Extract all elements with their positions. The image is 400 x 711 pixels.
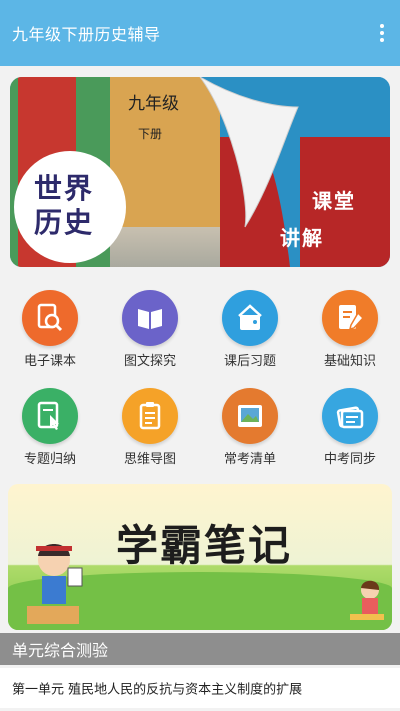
section-header: 单元综合测验 (0, 633, 400, 665)
book-title-line2: 历史 (34, 206, 95, 239)
menu-item-basic-knowledge[interactable]: 基础知识 (300, 288, 400, 388)
menu-item-label: 思维导图 (123, 452, 176, 467)
menu-item-label: 基础知识 (323, 354, 376, 369)
menu-item-label: 常考清单 (223, 452, 276, 467)
menu-item-label: 专题归纳 (23, 452, 76, 467)
book-title-badge: 世界 历史 (14, 151, 126, 263)
book-title-line1: 世界 (34, 172, 95, 205)
list-item[interactable]: 第一单元 殖民地人民的反抗与资本主义制度的扩展 (0, 668, 400, 708)
history-lesson-banner[interactable]: 九年级 下册 世界 历史 课堂 讲解 (10, 77, 390, 267)
menu-item-label: 中考同步 (323, 452, 376, 467)
section-title: 单元综合测验 (12, 641, 109, 660)
study-notes-banner[interactable]: 学霸笔记 (8, 484, 392, 630)
menu-item-homework[interactable]: 课后习题 (200, 288, 300, 388)
lesson-title-line1: 课堂 (312, 189, 356, 213)
clipboard-icon (122, 388, 178, 444)
volume-label: 下册 (138, 127, 163, 141)
grade-label: 九年级 (128, 94, 179, 114)
picture-icon (222, 388, 278, 444)
app-title: 九年级下册历史辅导 (12, 25, 161, 44)
menu-item-label: 课后习题 (223, 354, 276, 369)
app-bar: 九年级下册历史辅导 (0, 0, 400, 66)
magnify-document-icon (22, 290, 78, 346)
girl-illustration-icon (350, 580, 384, 620)
menu-item-label: 图文探究 (123, 354, 176, 369)
lesson-title-line2: 讲解 (280, 226, 324, 250)
open-book-icon (122, 290, 178, 346)
unit-title: 第一单元 殖民地人民的反抗与资本主义制度的扩展 (12, 682, 303, 698)
menu-item-topic-summary[interactable]: 专题归纳 (0, 386, 100, 486)
menu-item-mind-map[interactable]: 思维导图 (100, 386, 200, 486)
cards-icon (322, 388, 378, 444)
menu-item-illustrated-inquiry[interactable]: 图文探究 (100, 288, 200, 388)
menu-item-label: 电子课本 (23, 354, 76, 369)
student-illustration-icon (27, 544, 83, 624)
edit-document-icon (322, 290, 378, 346)
home-task-icon (222, 290, 278, 346)
study-notes-title: 学霸笔记 (116, 521, 293, 570)
pointer-document-icon (22, 388, 78, 444)
menu-item-common-list[interactable]: 常考清单 (200, 386, 300, 486)
menu-item-e-textbook[interactable]: 电子课本 (0, 288, 100, 388)
menu-item-exam-sync[interactable]: 中考同步 (300, 386, 400, 486)
more-vert-icon[interactable] (372, 21, 392, 45)
